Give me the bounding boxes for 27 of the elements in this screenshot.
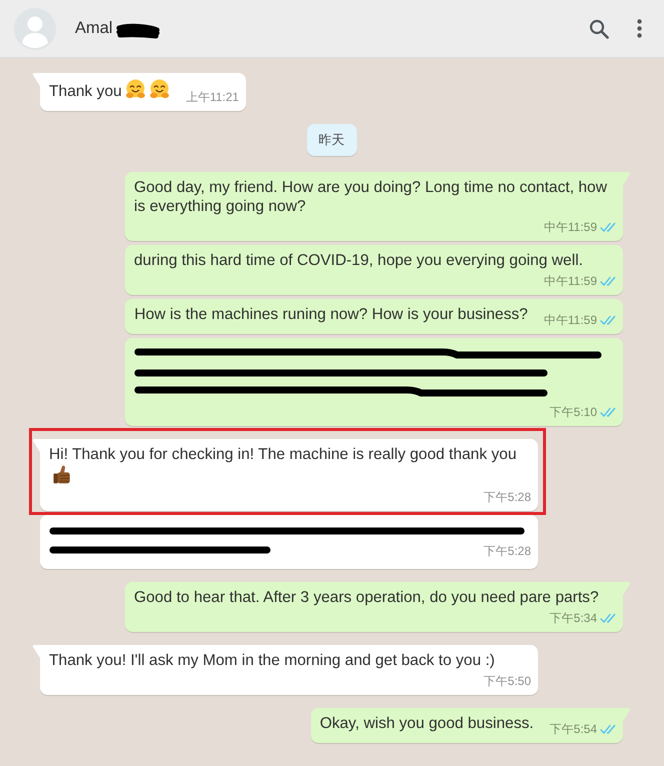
- contact-name: Amal: [75, 19, 113, 38]
- message-text: Thank you! I'll ask my Mom in the morning and get back to you :): [49, 652, 495, 669]
- message-text: How is the machines runing now? How is your business?: [134, 306, 528, 323]
- message-text: Good day, my friend. How are you doing? Long time no contact, how is everything going now?: [134, 179, 607, 215]
- message-time: 中午11:59: [544, 220, 597, 235]
- thumbs-up-icon: [52, 464, 73, 485]
- hugging-face-icon: [124, 79, 146, 100]
- message-time: 下午5:10: [550, 405, 597, 420]
- menu-button[interactable]: [635, 17, 644, 40]
- hugging-face-icon: [148, 79, 170, 100]
- message-text: Good to hear that. After 3 years operation, do you need pare parts?: [134, 589, 599, 606]
- message-time: 下午5:54: [550, 722, 597, 737]
- message-text: Hi! Thank you for checking in! The machine is really good thank you: [49, 446, 516, 463]
- message-time: 下午5:28: [484, 544, 531, 559]
- message-time: 中午11:59: [544, 313, 597, 328]
- avatar-icon: [14, 8, 56, 50]
- message-time: 上午11:21: [186, 90, 239, 105]
- message-time: 下午5:28: [484, 490, 531, 505]
- message-time: 下午5:50: [484, 674, 531, 689]
- message-time: 中午11:59: [544, 274, 597, 289]
- menu-icon: [637, 19, 642, 38]
- date-chip: 昨天: [306, 124, 356, 156]
- message-text: Okay, wish you good business.: [320, 715, 534, 732]
- message-time: 下午5:34: [550, 611, 597, 626]
- message-text: Thank you: [49, 83, 122, 100]
- message-text: during this hard time of COVID-19, hope you everying going well.: [134, 252, 583, 269]
- search-icon: [589, 18, 609, 38]
